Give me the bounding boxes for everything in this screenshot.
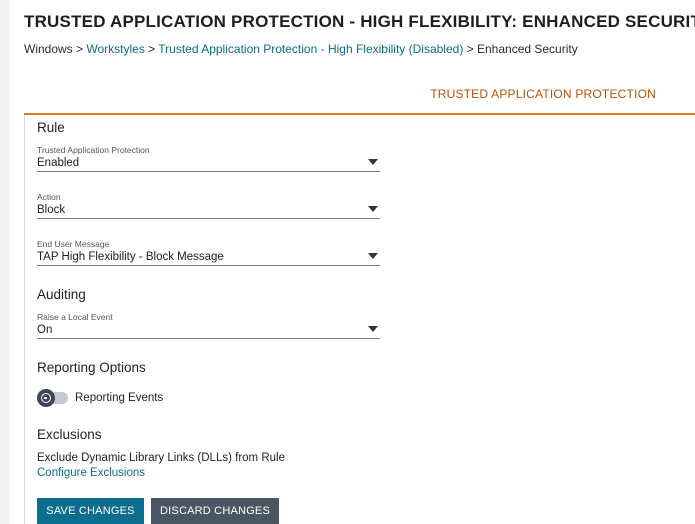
discard-changes-button[interactable]: DISCARD CHANGES — [151, 498, 279, 524]
field-label: End User Message — [37, 239, 110, 249]
tab-divider — [24, 113, 695, 115]
left-gutter — [0, 0, 9, 524]
breadcrumb-separator: > — [72, 42, 87, 56]
reporting-events-toggle[interactable] — [37, 389, 69, 407]
page-title: TRUSTED APPLICATION PROTECTION - HIGH FL… — [24, 12, 695, 31]
reporting-events-label: Reporting Events — [75, 392, 164, 404]
field-label: Raise a Local Event — [37, 312, 113, 322]
breadcrumb-link-workstyles[interactable]: Workstyles — [86, 42, 144, 56]
trusted-application-protection-field: Trusted Application Protection Enabled — [37, 145, 380, 172]
configure-exclusions-link[interactable]: Configure Exclusions — [37, 467, 145, 479]
field-label: Trusted Application Protection — [37, 145, 150, 155]
section-heading-auditing: Auditing — [37, 287, 86, 302]
caret-down-icon — [368, 206, 378, 212]
panel-border — [24, 115, 25, 524]
end-user-message-select[interactable]: TAP High Flexibility - Block Message — [37, 249, 380, 266]
section-heading-reporting-options: Reporting Options — [37, 360, 146, 375]
reporting-events-row: Reporting Events — [37, 389, 163, 407]
breadcrumb-separator: > — [144, 42, 159, 56]
minus-circle-icon — [37, 389, 55, 407]
caret-down-icon — [368, 159, 378, 165]
breadcrumb-root: Windows — [24, 42, 73, 56]
breadcrumb-separator: > — [463, 42, 477, 56]
tab-trusted-application-protection[interactable]: TRUSTED APPLICATION PROTECTION — [430, 87, 656, 101]
section-heading-rule: Rule — [37, 120, 65, 135]
select-value: TAP High Flexibility - Block Message — [37, 251, 224, 263]
breadcrumb-link-workstyle[interactable]: Trusted Application Protection - High Fl… — [158, 42, 463, 56]
exclusions-description: Exclude Dynamic Library Links (DLLs) fro… — [37, 452, 285, 464]
save-changes-button[interactable]: SAVE CHANGES — [37, 498, 144, 524]
action-field: Action Block — [37, 192, 380, 219]
select-value: Block — [37, 204, 66, 216]
end-user-message-field: End User Message TAP High Flexibility - … — [37, 239, 380, 266]
raise-local-event-field: Raise a Local Event On — [37, 312, 380, 339]
select-value: Enabled — [37, 157, 80, 169]
section-heading-exclusions: Exclusions — [37, 427, 102, 442]
caret-down-icon — [368, 253, 378, 259]
trusted-application-protection-select[interactable]: Enabled — [37, 155, 380, 172]
action-select[interactable]: Block — [37, 202, 380, 219]
field-label: Action — [37, 192, 61, 202]
breadcrumb: Windows > Workstyles > Trusted Applicati… — [24, 42, 578, 56]
breadcrumb-current: Enhanced Security — [477, 42, 578, 56]
select-value: On — [37, 324, 53, 336]
caret-down-icon — [368, 326, 378, 332]
raise-local-event-select[interactable]: On — [37, 322, 380, 339]
